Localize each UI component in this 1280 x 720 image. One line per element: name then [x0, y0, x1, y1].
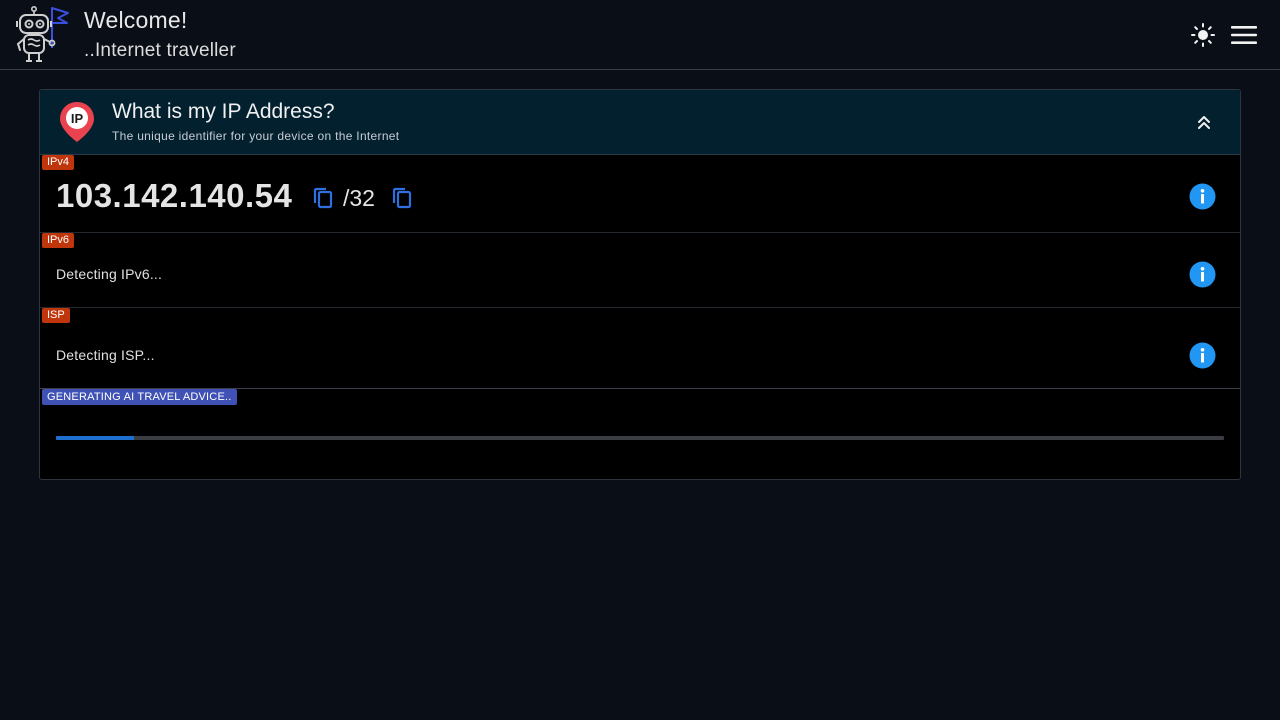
- card-subtitle: The unique identifier for your device on…: [112, 129, 400, 143]
- info-icon[interactable]: [1189, 183, 1216, 210]
- hamburger-menu-icon[interactable]: [1229, 22, 1259, 48]
- ip-address-card: IP What is my IP Address? The unique ide…: [39, 89, 1241, 480]
- welcome-title: Welcome!: [84, 7, 188, 33]
- ai-advice-row: GENERATING AI TRAVEL ADVICE..: [40, 389, 1240, 479]
- ai-progress-bar: [56, 436, 1224, 440]
- isp-badge: ISP: [42, 308, 70, 323]
- ai-progress-fill: [56, 436, 135, 440]
- ipv4-prefix: /32: [343, 185, 375, 211]
- ip-location-pin-icon: IP: [60, 102, 94, 142]
- card-header[interactable]: IP What is my IP Address? The unique ide…: [40, 90, 1240, 155]
- copy-icon[interactable]: [391, 186, 413, 210]
- ipv6-status: Detecting IPv6...: [56, 266, 163, 282]
- info-icon[interactable]: [1189, 261, 1216, 288]
- top-bar: Welcome! ..Internet traveller: [0, 0, 1280, 70]
- welcome-subtitle: ..Internet traveller: [84, 40, 236, 61]
- ipv4-row: IPv4 103.142.140.54 /32: [40, 155, 1240, 233]
- copy-icon[interactable]: [312, 186, 334, 210]
- ipv6-badge: IPv6: [42, 233, 75, 248]
- double-chevron-up-icon[interactable]: [1192, 110, 1216, 134]
- ipv6-row: IPv6 Detecting IPv6...: [40, 233, 1240, 308]
- robot-with-flag-icon: [16, 5, 69, 62]
- card-title: What is my IP Address?: [112, 100, 335, 123]
- isp-row: ISP Detecting ISP...: [40, 308, 1240, 389]
- ipv4-badge: IPv4: [42, 155, 75, 170]
- pin-label: IP: [71, 111, 84, 126]
- ai-advice-badge: GENERATING AI TRAVEL ADVICE..: [42, 389, 237, 405]
- ipv4-address: 103.142.140.54: [56, 177, 293, 214]
- info-icon[interactable]: [1189, 342, 1216, 369]
- isp-status: Detecting ISP...: [56, 347, 155, 363]
- sun-icon[interactable]: [1190, 22, 1216, 48]
